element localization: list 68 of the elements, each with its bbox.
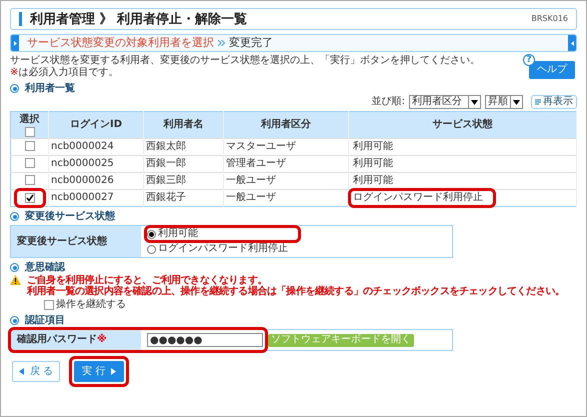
table-cell: 一般ユーザ bbox=[226, 175, 276, 186]
page-title: 利用者管理 》 利用者停止・解除一覧 bbox=[30, 12, 248, 26]
table-cell: 西銀太郎 bbox=[146, 141, 186, 152]
double-chevron-icon bbox=[218, 40, 225, 46]
required-mark: ※ bbox=[10, 67, 18, 79]
warning-icon bbox=[10, 275, 21, 285]
radio-option[interactable]: 利用可能 bbox=[147, 228, 298, 240]
sort-key-select[interactable]: 利用者区分 bbox=[409, 95, 481, 109]
password-field[interactable]: ●●●●●● bbox=[147, 333, 263, 347]
checkbox-label: 操作を継続する bbox=[56, 299, 126, 311]
section-heading: 利用者一覧 bbox=[25, 82, 75, 94]
column-header: 利用者名 bbox=[144, 112, 224, 138]
checkbox[interactable] bbox=[24, 175, 34, 185]
column-header: 利用者区分 bbox=[224, 112, 348, 138]
table-cell: 管理者ユーザ bbox=[226, 158, 286, 169]
screen-id: BRSK016 bbox=[531, 13, 568, 25]
table-cell: 西銀一郎 bbox=[146, 158, 186, 169]
select-label: 選択 bbox=[20, 114, 40, 126]
table-cell-text: 利用可能 bbox=[352, 140, 394, 154]
refresh-button[interactable]: 再表示 bbox=[531, 95, 577, 109]
instruction-text: サービス状態を変更する利用者、変更後のサービス状態を選択の上、「実行」ボタンを押してください。 bbox=[10, 55, 480, 66]
help-badge: ? bbox=[523, 54, 535, 66]
help-button[interactable]: ヘルプ bbox=[529, 61, 575, 79]
checkbox[interactable] bbox=[24, 158, 34, 168]
caret-icon bbox=[570, 40, 574, 46]
sort-label: 並び順: bbox=[372, 96, 405, 108]
table-cell: ncb0000024 bbox=[51, 141, 114, 152]
step-label: サービス状態変更の対象利用者を選択 bbox=[27, 37, 214, 49]
bullet-icon bbox=[10, 263, 19, 272]
checkbox[interactable] bbox=[44, 300, 54, 310]
sort-order-select[interactable]: 昇順 bbox=[485, 95, 523, 109]
list-icon bbox=[535, 99, 541, 105]
checkbox[interactable] bbox=[24, 141, 34, 151]
section-heading: 認証項目 bbox=[25, 314, 65, 326]
caret-icon bbox=[19, 368, 24, 375]
checkbox[interactable] bbox=[24, 126, 34, 136]
caret-icon bbox=[513, 100, 520, 104]
password-label: 確認用パスワード bbox=[17, 334, 97, 346]
table-cell: ncb0000026 bbox=[51, 175, 114, 186]
back-button[interactable]: 戻 る bbox=[12, 361, 60, 382]
bullet-icon bbox=[10, 84, 19, 93]
table-cell: 西銀花子 bbox=[146, 192, 186, 203]
caret-icon bbox=[471, 100, 478, 104]
caret-icon bbox=[111, 368, 116, 375]
bullet-icon bbox=[10, 212, 19, 221]
checkbox[interactable] bbox=[24, 192, 34, 202]
table-cell-text: 利用可能 bbox=[352, 157, 394, 171]
warning-text: ご自身を利用停止にすると、ご利用できなくなります。 bbox=[27, 275, 268, 286]
table-cell: マスターユーザ bbox=[226, 141, 296, 152]
section-heading: 意思確認 bbox=[25, 262, 65, 274]
step-label: 変更完了 bbox=[229, 37, 273, 49]
required-mark: ※ bbox=[97, 334, 107, 346]
table-cell: ncb0000025 bbox=[51, 158, 114, 169]
column-header: ログインID bbox=[48, 112, 144, 138]
field-label: 変更後サービス状態 bbox=[11, 226, 141, 257]
bullet-icon bbox=[10, 316, 19, 325]
required-note: は必須入力項目です。 bbox=[18, 67, 118, 79]
column-header: サービス状態 bbox=[348, 112, 576, 138]
section-heading: 変更後サービス状態 bbox=[25, 210, 115, 222]
table-cell: ncb0000027 bbox=[51, 192, 114, 203]
table-cell-text: 利用可能 bbox=[352, 174, 394, 188]
table-cell: ログインパスワード利用停止 bbox=[351, 191, 493, 205]
table-cell: 一般ユーザ bbox=[226, 192, 276, 203]
table-cell: 西銀三郎 bbox=[146, 175, 186, 186]
execute-button[interactable]: 実 行 bbox=[74, 361, 124, 382]
warning-text: 利用者一覧の選択内容を確認の上、操作を継続する場合は「操作を継続する」のチェックボックスをチェックしてください。 bbox=[27, 286, 565, 297]
radio-option[interactable]: ログインパスワード利用停止 bbox=[147, 243, 298, 255]
caret-icon bbox=[14, 40, 16, 46]
